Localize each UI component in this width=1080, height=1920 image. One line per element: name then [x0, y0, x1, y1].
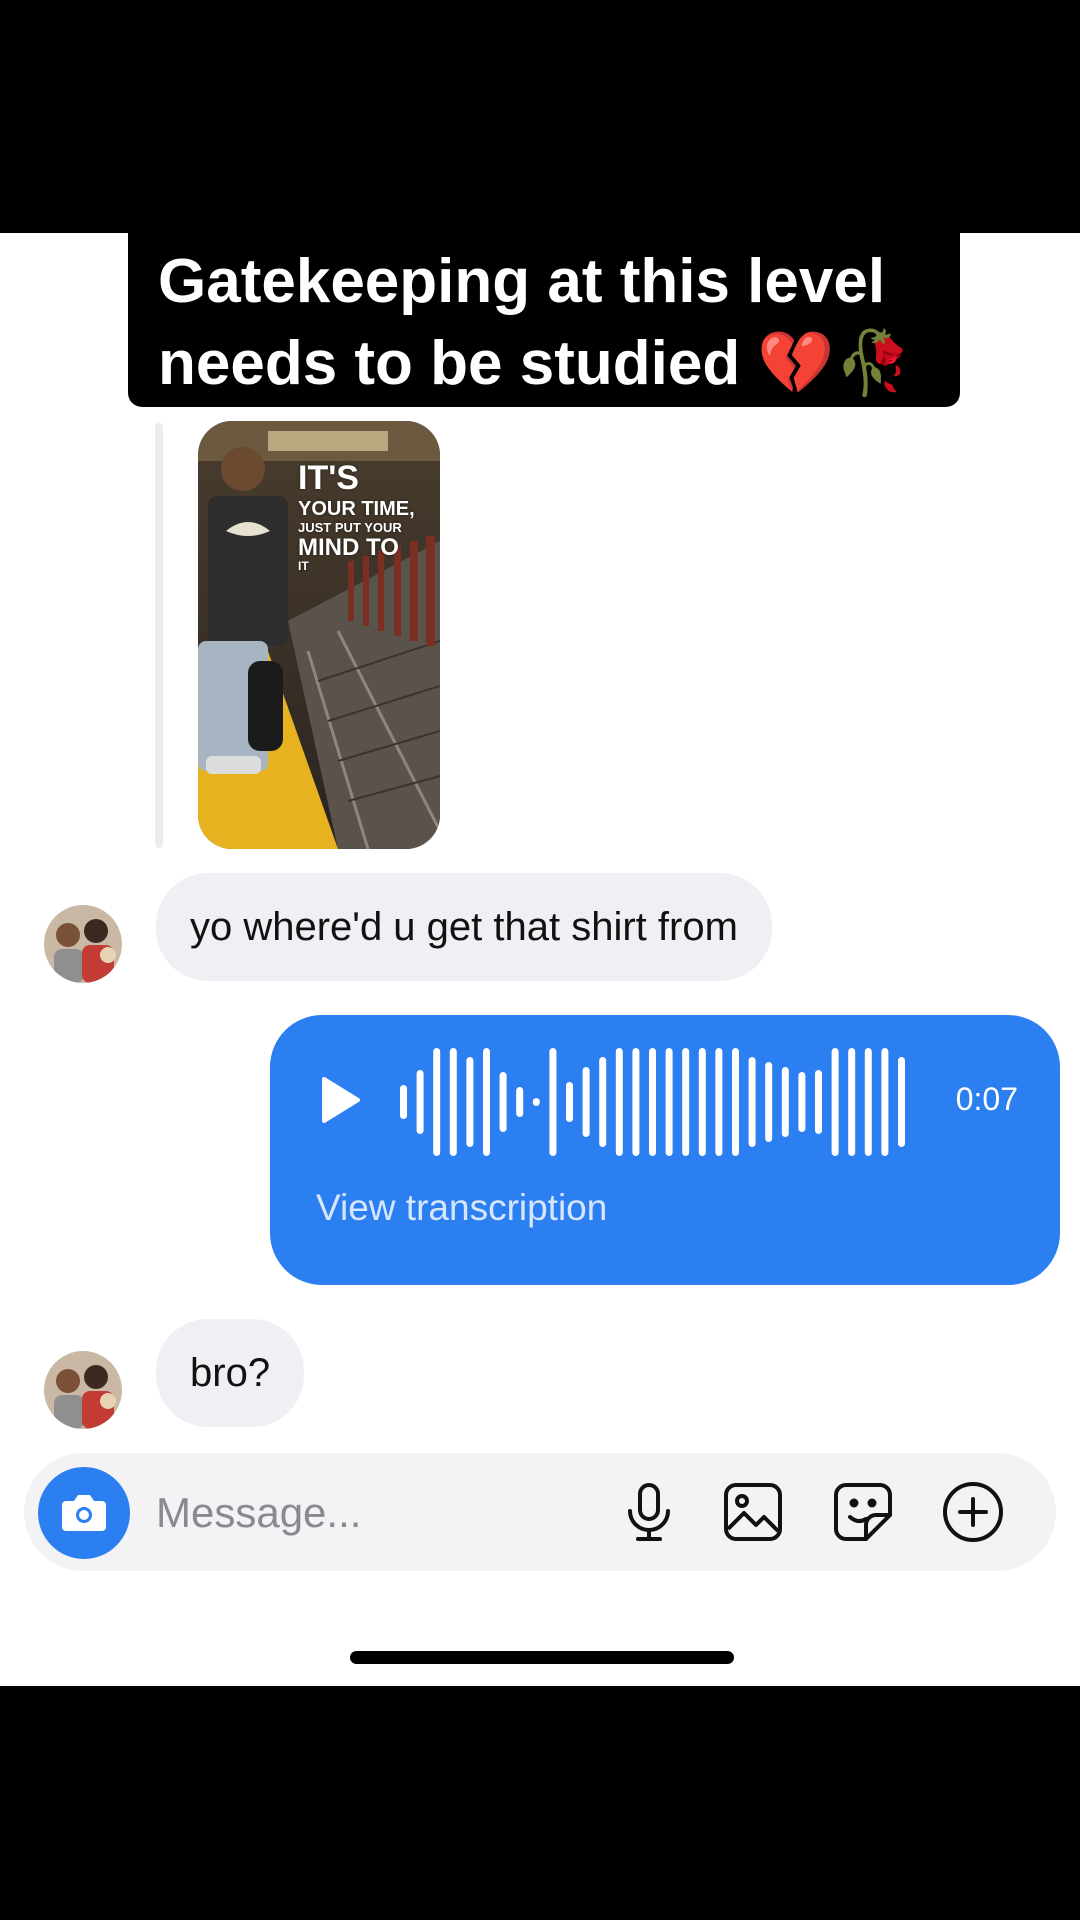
message-composer [24, 1453, 1056, 1573]
reply-indicator [155, 423, 163, 848]
play-icon[interactable] [318, 1075, 362, 1130]
waveform-bar [732, 1048, 739, 1156]
waveform-bar [715, 1048, 723, 1156]
camera-icon [62, 1495, 106, 1531]
avatar[interactable] [44, 1351, 122, 1429]
story-text-line-1: IT'S [298, 459, 359, 497]
message-input[interactable] [154, 1453, 578, 1573]
story-reply-thumbnail[interactable]: IT'S YOUR TIME, JUST PUT YOUR MIND TO IT [198, 421, 440, 849]
waveform-bar [682, 1048, 690, 1156]
waveform-bar [582, 1067, 590, 1137]
waveform-bar [632, 1048, 640, 1156]
caption-line-2: needs to be studied 💔🥀 [158, 329, 912, 398]
avatar[interactable] [44, 905, 122, 983]
waveform-bar [615, 1048, 623, 1156]
waveform-bar [781, 1067, 789, 1137]
story-text-line-3: JUST PUT YOUR [298, 520, 402, 535]
voice-message-bubble[interactable]: 0:07 View transcription [270, 1015, 1060, 1285]
waveform-bar [665, 1048, 673, 1156]
chat-screen: Gatekeeping at this level needs to be st… [0, 233, 1080, 1686]
waveform-bar [831, 1048, 839, 1156]
waveform-bar [881, 1048, 889, 1156]
waveform-bar [483, 1048, 490, 1156]
story-text-line-4: MIND TO [298, 534, 399, 561]
waveform-bar [765, 1062, 773, 1142]
plus-circle-icon[interactable] [940, 1479, 1006, 1545]
waveform-bar [549, 1048, 557, 1156]
story-overlay-text: IT'S YOUR TIME, JUST PUT YOUR MIND TO IT [298, 461, 415, 572]
video-caption: Gatekeeping at this level needs to be st… [128, 233, 960, 407]
waveform-bar [433, 1048, 441, 1156]
waveform-bar [449, 1048, 457, 1156]
waveform-bar [898, 1057, 905, 1147]
waveform-bar [566, 1082, 573, 1122]
waveform[interactable] [400, 1045, 920, 1159]
sticker-icon[interactable] [830, 1479, 896, 1545]
waveform-bar [864, 1048, 872, 1156]
waveform-bar [416, 1070, 424, 1134]
story-text-line-2: YOUR TIME, [298, 498, 415, 520]
caption-line-1: Gatekeeping at this level [158, 247, 886, 316]
waveform-bar [748, 1057, 756, 1147]
waveform-bar [649, 1048, 656, 1156]
waveform-bar [400, 1085, 407, 1119]
microphone-icon[interactable] [616, 1479, 682, 1545]
waveform-bar [798, 1072, 806, 1132]
waveform-bar [599, 1057, 607, 1147]
view-transcription-link[interactable]: View transcription [316, 1187, 607, 1229]
waveform-bar [516, 1087, 524, 1117]
waveform-bar [848, 1048, 856, 1156]
gallery-icon[interactable] [720, 1479, 786, 1545]
home-indicator[interactable] [350, 1651, 734, 1664]
waveform-bar [499, 1072, 507, 1132]
waveform-bar [698, 1048, 706, 1156]
voice-duration: 0:07 [955, 1081, 1018, 1117]
camera-button[interactable] [38, 1467, 130, 1559]
incoming-message-bubble[interactable]: yo where'd u get that shirt from [156, 873, 772, 981]
incoming-message-bubble[interactable]: bro? [156, 1319, 305, 1427]
waveform-bar [532, 1098, 540, 1106]
waveform-bar [466, 1057, 474, 1147]
story-text-line-5: IT [298, 559, 309, 573]
waveform-bar [815, 1070, 822, 1134]
